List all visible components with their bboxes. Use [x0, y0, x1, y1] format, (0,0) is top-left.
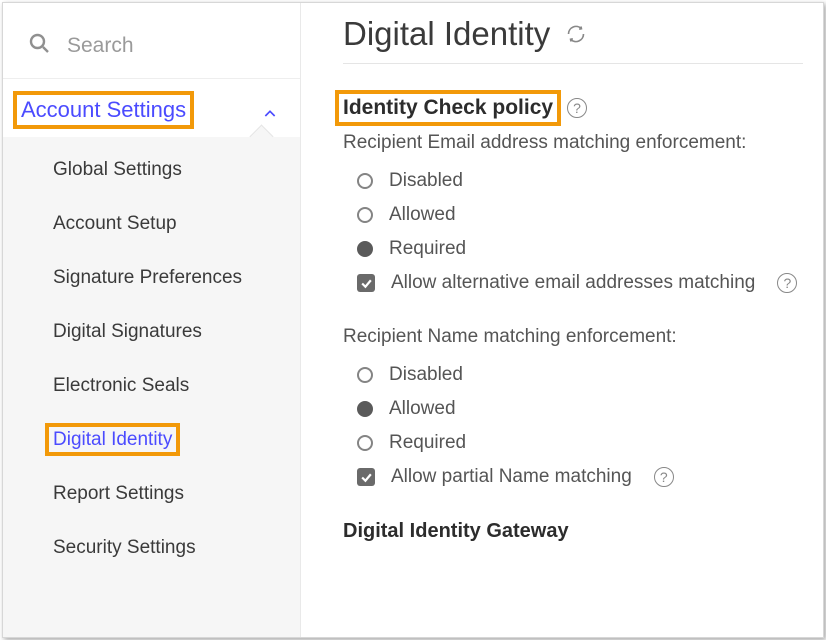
sidebar-item-label: Global Settings: [53, 159, 182, 180]
checkbox-label: Allow alternative email addresses matchi…: [391, 272, 755, 294]
help-icon[interactable]: ?: [777, 273, 797, 293]
sidebar-item-label: Digital Identity: [53, 429, 172, 450]
radio-label: Disabled: [389, 364, 463, 386]
sidebar-subnav: Global Settings Account Setup Signature …: [3, 137, 300, 637]
radio-option-allowed[interactable]: Allowed: [357, 198, 803, 232]
radio-label: Allowed: [389, 398, 456, 420]
sidebar: Account Settings Global Settings Account…: [3, 3, 301, 637]
help-icon[interactable]: ?: [654, 467, 674, 487]
sidebar-item-label: Security Settings: [53, 537, 196, 558]
field-label: Recipient Name matching enforcement:: [343, 326, 803, 348]
sidebar-section-account-settings[interactable]: Account Settings: [3, 79, 300, 137]
sidebar-item-label: Report Settings: [53, 483, 184, 504]
radio-label: Required: [389, 432, 466, 454]
help-icon[interactable]: ?: [567, 98, 587, 118]
sidebar-item-signature-preferences[interactable]: Signature Preferences: [3, 251, 300, 305]
field-label: Recipient Email address matching enforce…: [343, 132, 803, 154]
checkbox-allow-partial-name[interactable]: Allow partial Name matching ?: [357, 460, 803, 494]
radio-icon: [357, 367, 373, 383]
gateway-heading: Digital Identity Gateway: [343, 520, 803, 543]
sidebar-item-security-settings[interactable]: Security Settings: [3, 521, 300, 575]
radio-icon: [357, 435, 373, 451]
chevron-up-icon: [262, 102, 278, 118]
radio-icon: [357, 241, 373, 257]
sidebar-item-label: Electronic Seals: [53, 375, 189, 396]
group-name-matching: Recipient Name matching enforcement: Dis…: [343, 326, 803, 494]
sidebar-item-electronic-seals[interactable]: Electronic Seals: [3, 359, 300, 413]
radio-option-allowed[interactable]: Allowed: [357, 392, 803, 426]
radio-option-required[interactable]: Required: [357, 232, 803, 266]
sidebar-item-digital-identity[interactable]: Digital Identity: [3, 413, 300, 467]
radio-option-disabled[interactable]: Disabled: [357, 164, 803, 198]
page-title: Digital Identity: [343, 15, 550, 53]
radio-label: Disabled: [389, 170, 463, 192]
sidebar-section-label: Account Settings: [21, 97, 186, 123]
search-input[interactable]: [65, 33, 278, 59]
radio-label: Allowed: [389, 204, 456, 226]
radio-icon: [357, 173, 373, 189]
radio-icon: [357, 401, 373, 417]
sidebar-item-global-settings[interactable]: Global Settings: [3, 143, 300, 197]
main-content: Digital Identity Identity Check policy ?…: [301, 3, 823, 637]
checkbox-allow-alt-email[interactable]: Allow alternative email addresses matchi…: [357, 266, 803, 300]
section-title-row: Identity Check policy ?: [343, 96, 803, 120]
radio-group-name: Disabled Allowed Required Allow partial …: [357, 358, 803, 494]
checkbox-icon: [357, 274, 375, 292]
refresh-icon[interactable]: [566, 24, 586, 44]
sidebar-item-label: Account Setup: [53, 213, 177, 234]
checkbox-icon: [357, 468, 375, 486]
app-frame: Account Settings Global Settings Account…: [2, 2, 824, 638]
checkbox-label: Allow partial Name matching: [391, 466, 632, 488]
radio-icon: [357, 207, 373, 223]
section-title: Identity Check policy: [343, 96, 553, 120]
radio-group-email: Disabled Allowed Required Allow alternat…: [357, 164, 803, 300]
search-icon: [27, 31, 51, 60]
radio-option-required[interactable]: Required: [357, 426, 803, 460]
radio-option-disabled[interactable]: Disabled: [357, 358, 803, 392]
sidebar-item-label: Digital Signatures: [53, 321, 202, 342]
group-email-matching: Recipient Email address matching enforce…: [343, 132, 803, 300]
sidebar-item-label: Signature Preferences: [53, 267, 242, 288]
sidebar-item-report-settings[interactable]: Report Settings: [3, 467, 300, 521]
radio-label: Required: [389, 238, 466, 260]
sidebar-item-digital-signatures[interactable]: Digital Signatures: [3, 305, 300, 359]
page-title-row: Digital Identity: [343, 15, 803, 64]
search-row: [3, 3, 300, 79]
sidebar-item-account-setup[interactable]: Account Setup: [3, 197, 300, 251]
